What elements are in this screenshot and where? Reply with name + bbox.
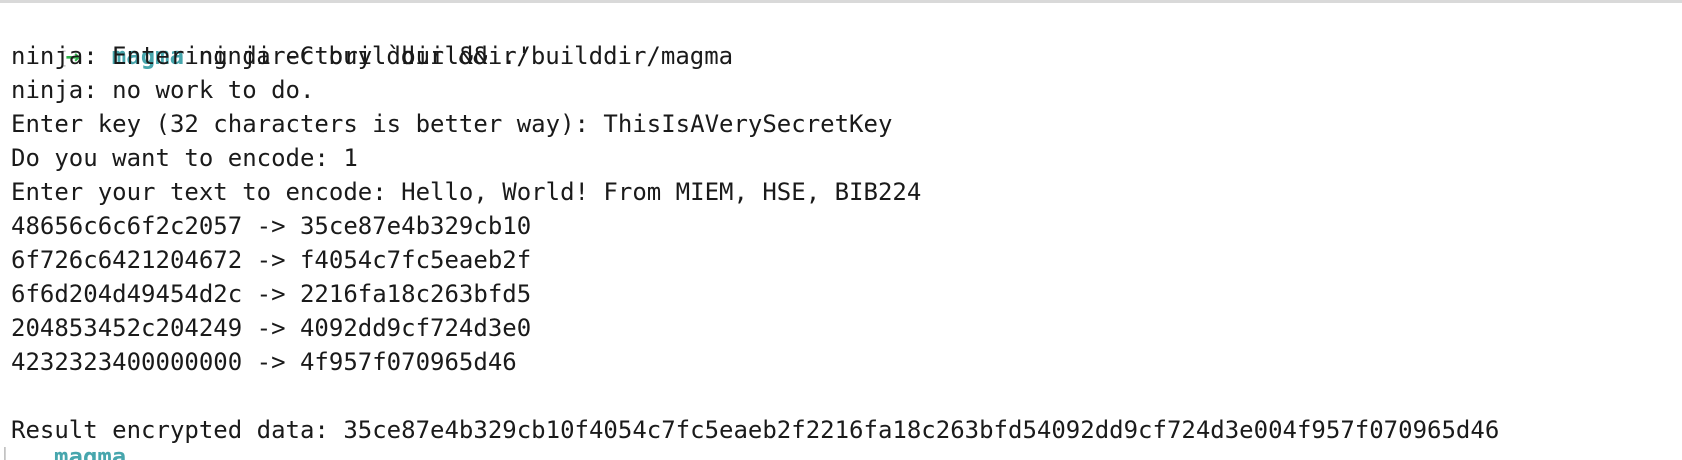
output-line: ninja: no work to do.	[11, 76, 315, 104]
output-line: 204853452c204249 -> 4092dd9cf724d3e0	[11, 314, 532, 342]
output-line: 6f726c6421204672 -> f4054c7fc5eaeb2f	[11, 246, 532, 274]
output-line: Enter your text to encode: Hello, World!…	[11, 178, 922, 206]
output-line: Enter key (32 characters is better way):…	[11, 110, 893, 138]
output-line: 48656c6c6f2c2057 -> 35ce87e4b329cb10	[11, 212, 532, 240]
prompt-line: [→ magma ninja -C builddir && ./builddir/…	[0, 5, 1682, 70]
next-prompt-bracket: [	[0, 447, 11, 460]
output-line: ninja: Entering directory `builddir'	[11, 42, 532, 70]
result-line: Result encrypted data: 35ce87e4b329cb10f…	[11, 416, 1500, 444]
terminal-output[interactable]: [→ magma ninja -C builddir && ./builddir/…	[0, 5, 1682, 460]
output-line: 4232323400000000 -> 4f957f070965d46	[11, 348, 517, 376]
window-top-border	[0, 0, 1682, 3]
next-prompt-line: [ magma	[0, 447, 200, 460]
output-line: Do you want to encode: 1	[11, 144, 358, 172]
next-prompt-directory: magma	[54, 447, 126, 460]
output-line: 6f6d204d49454d2c -> 2216fa18c263bfd5	[11, 280, 532, 308]
